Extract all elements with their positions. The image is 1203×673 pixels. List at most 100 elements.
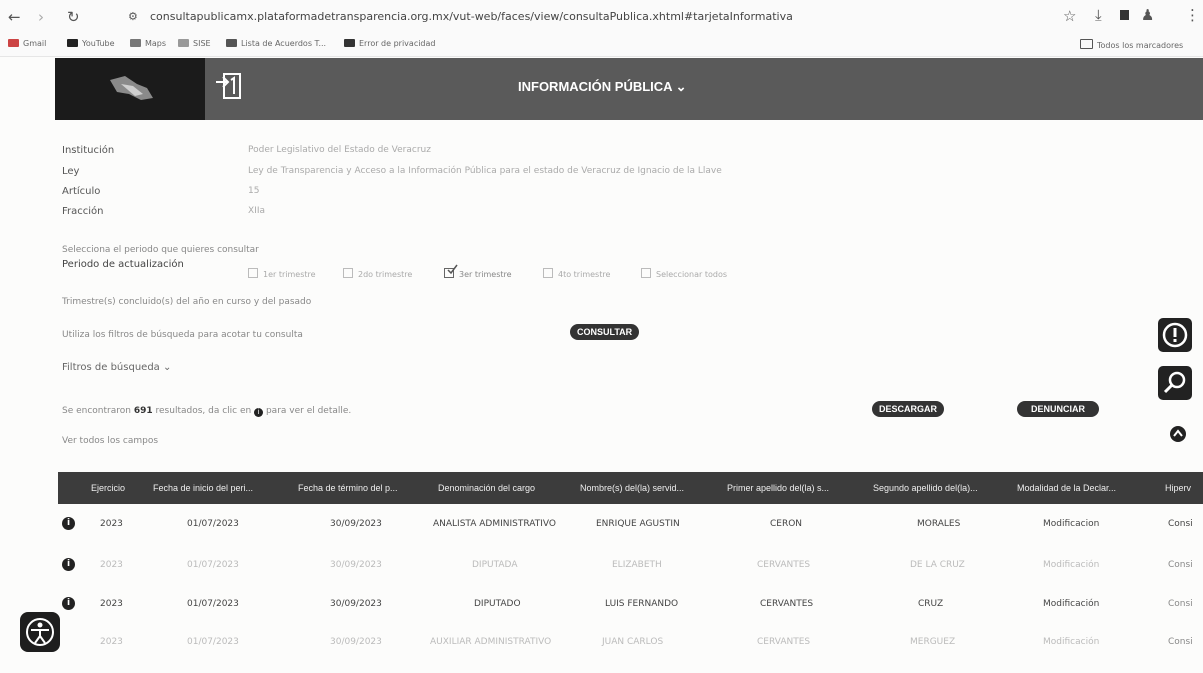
checkmark-icon [447,264,458,275]
cell-segundo-apellido: CRUZ [918,599,944,609]
youtube-icon [67,39,78,47]
info-icon: i [254,408,264,417]
cell-fecha-termino: 30/09/2023 [330,637,382,647]
download-icon[interactable]: ⤓ [1095,6,1102,24]
cell-cargo: AUXILIAR ADMINISTRATIVO [430,637,552,647]
bookmark-gmail[interactable]: Gmail [8,39,46,48]
articulo-value: 15 [248,186,260,196]
arrow-up-icon [1173,429,1183,437]
cell-fecha-termino: 30/09/2023 [330,560,382,570]
address-bar[interactable]: consultapublicamx.plataformadetransparen… [150,10,793,23]
cell-nombre: ENRIQUE AGUSTIN [596,519,680,529]
page-title-dropdown[interactable]: INFORMACIÓN PÚBLICA ⌄ [518,79,687,95]
cell-segundo-apellido: MERGUEZ [910,637,956,647]
cell-hipervinculo[interactable]: Consi [1168,637,1193,647]
col-fecha-inicio[interactable]: Fecha de inicio del peri... [153,483,253,493]
bookmark-error-privacidad[interactable]: Error de privacidad [344,39,436,48]
periodo-label: Periodo de actualización [62,259,184,270]
ley-label: Ley [62,166,80,177]
cell-fecha-inicio: 01/07/2023 [187,519,239,529]
cell-cargo: DIPUTADO [474,599,521,609]
maps-icon [130,39,141,47]
articulo-label: Artículo [62,186,101,197]
fraccion-value: XIIa [248,206,265,216]
profile-icon[interactable]: ♟ [1141,6,1154,24]
cell-segundo-apellido: DE LA CRUZ [910,560,965,570]
col-cargo[interactable]: Denominación del cargo [438,483,535,493]
cell-primer-apellido: CERVANTES [757,560,811,570]
cell-fecha-termino: 30/09/2023 [330,519,382,529]
bookmark-sise[interactable]: SISE [178,39,211,48]
institucion-label: Institución [62,145,115,156]
cell-fecha-termino: 30/09/2023 [330,599,382,609]
cell-modalidad: Modificación [1043,637,1100,647]
results-count: 691 [133,406,153,416]
row-info-icon[interactable]: i [62,558,75,571]
cell-cargo: ANALISTA ADMINISTRATIVO [433,519,556,529]
bookmark-lista-acuerdos[interactable]: Lista de Acuerdos T... [226,39,326,48]
cell-hipervinculo[interactable]: Consi [1168,519,1193,529]
cell-primer-apellido: CERVANTES [757,637,811,647]
col-nombre[interactable]: Nombre(s) del(la) servid... [580,483,684,493]
bookmark-maps[interactable]: Maps [130,39,166,48]
row-info-icon[interactable]: i [62,517,75,530]
map-logo-icon [110,76,153,100]
ley-value: Ley de Transparencia y Acceso a la Infor… [248,166,722,176]
menu-icon[interactable]: ⋮ [1185,6,1200,24]
portal-logo[interactable] [55,58,205,120]
results-summary: Se encontraron 691 resultados, da clic e… [62,406,352,417]
cell-nombre: JUAN CARLOS [602,637,664,647]
col-ejercicio[interactable]: Ejercicio [91,483,125,493]
search-tools-button[interactable] [1158,366,1192,400]
denunciar-button[interactable]: DENUNCIAR [1017,401,1099,417]
col-fecha-termino[interactable]: Fecha de término del p... [298,483,398,493]
cell-modalidad: Modificación [1043,560,1100,570]
alert-button[interactable] [1158,318,1192,352]
bookmark-star-icon[interactable]: ☆ [1063,7,1076,25]
quarter-2-checkbox[interactable]: 2do trimestre [343,268,412,279]
gmail-icon [226,39,237,47]
warning-page-icon [344,39,355,47]
quarter-4-checkbox[interactable]: 4to trimestre [543,268,610,279]
cell-primer-apellido: CERON [770,519,803,529]
exit-icon[interactable] [214,72,244,102]
filtros-toggle[interactable]: Filtros de búsqueda ⌄ [62,362,171,373]
site-info-icon[interactable]: ⚙ [128,10,138,23]
cell-modalidad: Modificación [1043,599,1100,609]
col-hipervinculo[interactable]: Hiperv [1165,483,1191,493]
row-info-icon[interactable]: i [62,597,75,610]
cell-primer-apellido: CERVANTES [760,599,814,609]
cell-nombre: LUIS FERNANDO [605,599,679,609]
cell-ejercicio: 2023 [100,560,123,570]
bookmark-youtube[interactable]: YouTube [67,39,115,48]
sidepanel-icon[interactable] [1120,10,1129,20]
accessibility-icon [26,618,54,646]
gmail-icon [8,39,19,47]
back-icon[interactable]: ← [8,8,21,26]
reload-icon[interactable]: ↻ [67,8,80,26]
consultar-button[interactable]: CONSULTAR [570,324,640,340]
alert-icon [1162,322,1188,348]
forward-icon[interactable]: › [38,8,44,26]
cell-hipervinculo[interactable]: Consi [1168,599,1193,609]
cell-segundo-apellido: MORALES [917,519,961,529]
filter-hint: Utiliza los filtros de búsqueda para aco… [62,330,303,340]
all-bookmarks[interactable]: Todos los marcadores [1080,39,1183,50]
scroll-top-button[interactable] [1170,426,1186,442]
folder-icon [1080,39,1093,49]
col-segundo-apellido[interactable]: Segundo apellido del(la)... [873,483,978,493]
cell-hipervinculo[interactable]: Consi [1168,560,1193,570]
magnifier-icon [1163,371,1186,394]
col-primer-apellido[interactable]: Primer apellido del(la) s... [727,483,829,493]
fraccion-label: Fracción [62,206,104,217]
cell-cargo: DIPUTADA [472,560,518,570]
cell-fecha-inicio: 01/07/2023 [187,637,239,647]
quarter-1-checkbox[interactable]: 1er trimestre [248,268,316,279]
ver-campos-link[interactable]: Ver todos los campos [62,436,158,446]
descargar-button[interactable]: DESCARGAR [872,401,945,417]
accessibility-button[interactable] [20,612,60,652]
sise-icon [178,39,189,47]
institucion-value: Poder Legislativo del Estado de Veracruz [248,145,431,155]
col-modalidad[interactable]: Modalidad de la Declar... [1017,483,1116,493]
select-all-checkbox[interactable]: Seleccionar todos [641,268,727,279]
